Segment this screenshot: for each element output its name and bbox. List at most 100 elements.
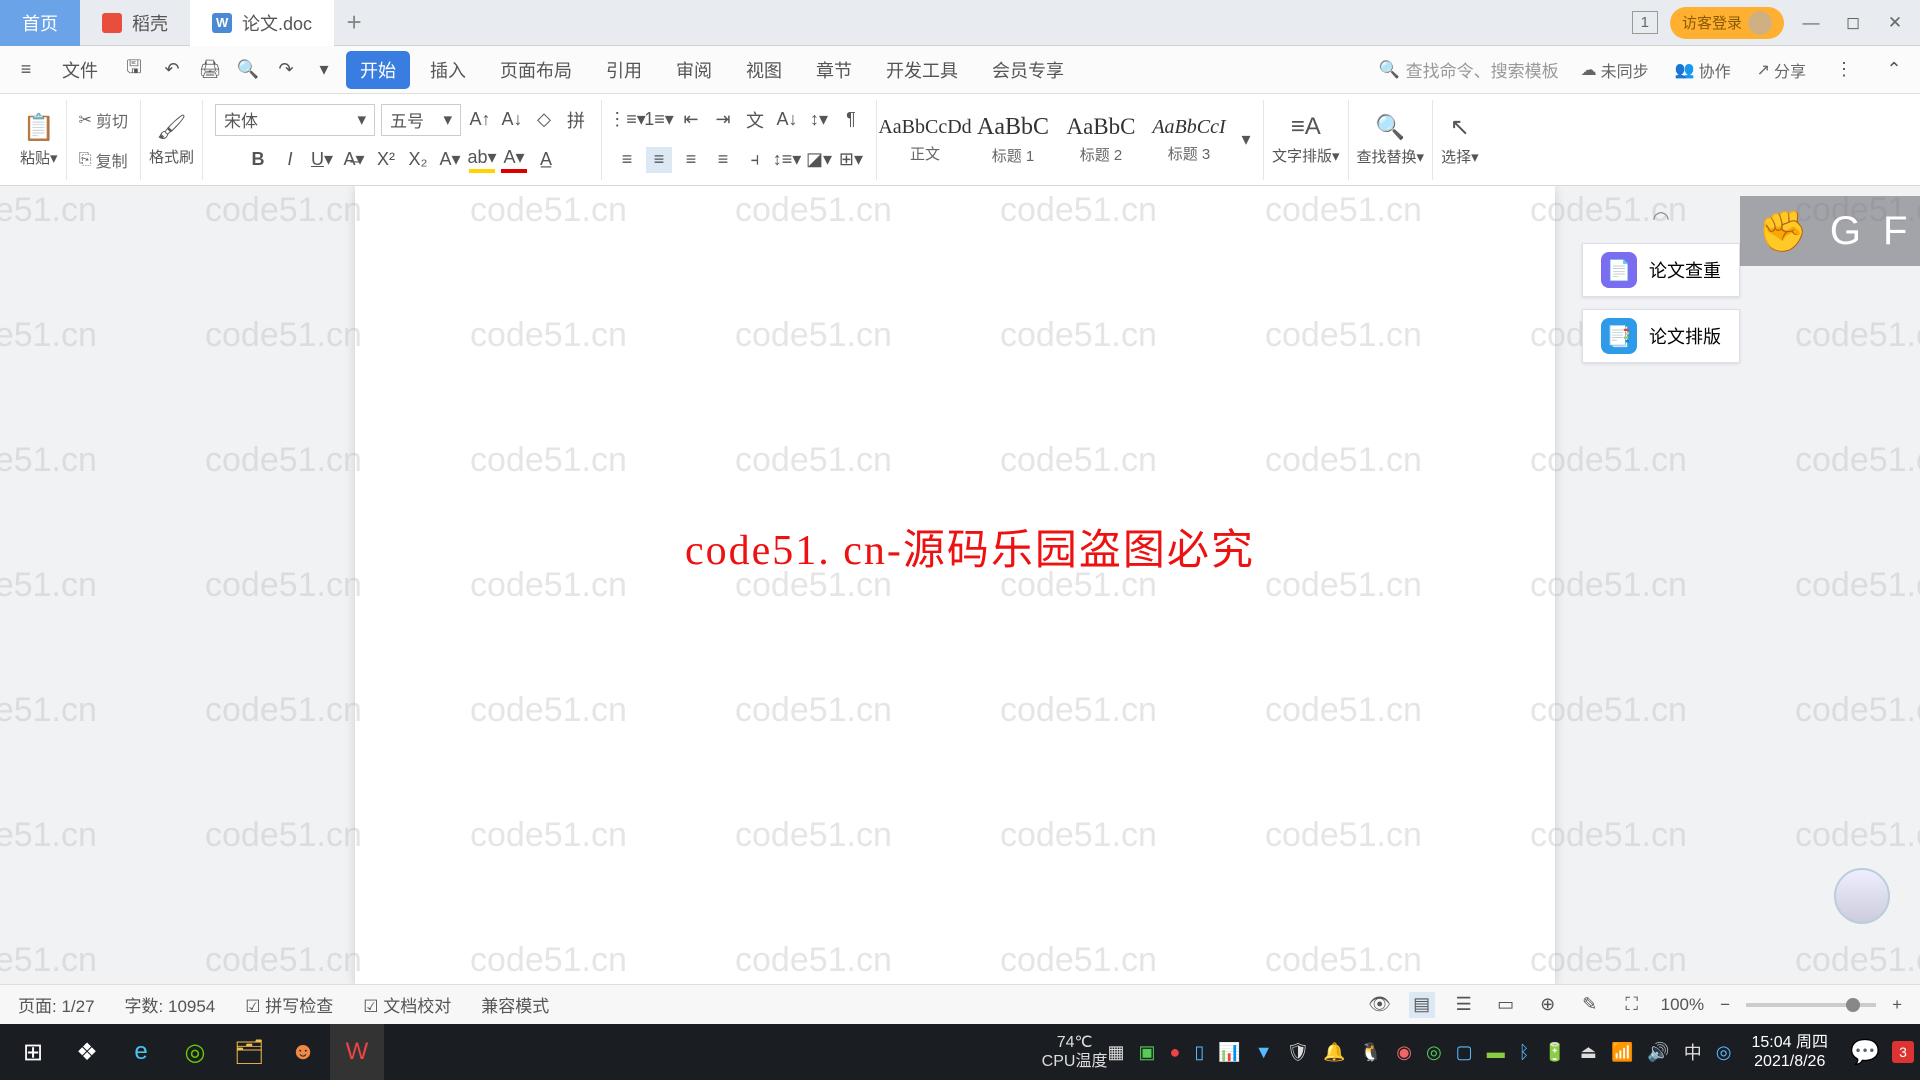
- menu-vip[interactable]: 会员专享: [978, 51, 1078, 89]
- menu-file[interactable]: 文件: [48, 51, 112, 89]
- style-heading1[interactable]: AaBbC标题 1: [969, 105, 1057, 175]
- tab-docer[interactable]: 稻壳: [80, 0, 190, 46]
- tray-icon-10[interactable]: ▢: [1456, 1042, 1473, 1063]
- assistant-bubble[interactable]: [1834, 868, 1890, 924]
- zoom-slider[interactable]: [1746, 1003, 1876, 1007]
- menu-reference[interactable]: 引用: [592, 51, 656, 89]
- start-button[interactable]: ⊞: [6, 1024, 60, 1080]
- tray-icon-9[interactable]: ◎: [1426, 1042, 1442, 1063]
- align-right-button[interactable]: ≡: [678, 147, 704, 173]
- menu-review[interactable]: 审阅: [662, 51, 726, 89]
- word-count[interactable]: 字数: 10954: [125, 992, 216, 1017]
- tray-icon-11[interactable]: ▬: [1487, 1042, 1505, 1063]
- action-center-icon[interactable]: 💬: [1838, 1024, 1892, 1080]
- superscript-button[interactable]: X²: [373, 147, 399, 173]
- bold-button[interactable]: B: [245, 147, 271, 173]
- document-page[interactable]: code51. cn-源码乐园盗图必究: [355, 186, 1555, 984]
- tray-icon-1[interactable]: ▦: [1107, 1042, 1124, 1063]
- login-button[interactable]: 访客登录: [1670, 7, 1784, 39]
- g-icon[interactable]: G: [1830, 209, 1861, 254]
- tray-wifi-icon[interactable]: 📶: [1611, 1042, 1633, 1063]
- clear-format-icon[interactable]: ◇: [531, 107, 557, 133]
- task-app-1[interactable]: ❖: [60, 1024, 114, 1080]
- tray-icon-8[interactable]: ◉: [1396, 1042, 1412, 1063]
- task-browser[interactable]: ◎: [168, 1024, 222, 1080]
- text-layout-button[interactable]: ≡A文字排版▾: [1272, 113, 1340, 166]
- fit-icon[interactable]: ⛶: [1619, 992, 1645, 1018]
- spellcheck-toggle[interactable]: ☑ 拼写检查: [245, 992, 333, 1017]
- tray-bell-icon[interactable]: 🔔: [1323, 1042, 1345, 1063]
- decrease-font-icon[interactable]: A↓: [499, 107, 525, 133]
- eye-icon[interactable]: 👁: [1367, 992, 1393, 1018]
- doccheck-toggle[interactable]: ☑ 文档校对: [363, 992, 451, 1017]
- paragraph-mark-icon[interactable]: ¶: [838, 107, 864, 133]
- floating-toolbar[interactable]: ✊ G F: [1740, 196, 1920, 266]
- print-icon[interactable]: 🖨: [194, 54, 226, 86]
- shading-button[interactable]: ◪▾: [806, 147, 832, 173]
- underline-button[interactable]: U▾: [309, 147, 335, 173]
- tray-icon-6[interactable]: ▼: [1255, 1042, 1273, 1063]
- grab-icon[interactable]: ✊: [1758, 208, 1808, 255]
- select-button[interactable]: ↖选择▾: [1441, 113, 1479, 167]
- bullet-list-button[interactable]: ⋮≡▾: [614, 107, 640, 133]
- font-name-select[interactable]: 宋体▾: [215, 104, 375, 136]
- notification-badge[interactable]: 3: [1892, 1041, 1914, 1063]
- more-icon[interactable]: ⋮: [1828, 54, 1860, 86]
- tray-icon-2[interactable]: ▣: [1138, 1042, 1155, 1063]
- menu-view[interactable]: 视图: [732, 51, 796, 89]
- style-heading2[interactable]: AaBbC标题 2: [1057, 105, 1145, 175]
- f-icon[interactable]: F: [1883, 209, 1907, 254]
- style-heading3[interactable]: AaBbCcI标题 3: [1145, 105, 1233, 175]
- window-count-badge[interactable]: 1: [1632, 11, 1658, 34]
- menu-pagelayout[interactable]: 页面布局: [486, 51, 586, 89]
- zoom-in-button[interactable]: +: [1892, 995, 1902, 1015]
- clock[interactable]: 15:04 周四2021/8/26: [1742, 1033, 1839, 1071]
- line-spacing-button[interactable]: ↕≡▾: [774, 147, 800, 173]
- paste-button[interactable]: 📋粘贴▾: [20, 112, 58, 168]
- text-effect-button[interactable]: A▾: [437, 147, 463, 173]
- outline-view-icon[interactable]: ☰: [1451, 992, 1477, 1018]
- align-justify-button[interactable]: ≡: [710, 147, 736, 173]
- menu-start[interactable]: 开始: [346, 51, 410, 89]
- share-button[interactable]: ↗分享: [1753, 56, 1810, 84]
- tab-add-button[interactable]: +: [334, 7, 374, 38]
- search-input[interactable]: 🔍查找命令、搜索模板: [1378, 57, 1558, 82]
- number-list-button[interactable]: 1≡▾: [646, 107, 672, 133]
- tray-icon-7[interactable]: 🐧: [1360, 1042, 1382, 1063]
- task-app-2[interactable]: ☻: [276, 1024, 330, 1080]
- styles-more-button[interactable]: ▾: [1233, 127, 1259, 153]
- read-view-icon[interactable]: ▭: [1493, 992, 1519, 1018]
- task-explorer[interactable]: 🗂: [222, 1024, 276, 1080]
- minimize-button[interactable]: —: [1796, 13, 1826, 33]
- char-border-button[interactable]: A̲: [533, 147, 559, 173]
- tray-ime-icon[interactable]: 中: [1684, 1039, 1702, 1065]
- zoom-out-button[interactable]: −: [1720, 995, 1730, 1015]
- highlight-button[interactable]: ab▾: [469, 147, 495, 173]
- tray-icon-5[interactable]: 📊: [1218, 1042, 1240, 1063]
- tray-volume-icon[interactable]: 🔊: [1647, 1042, 1669, 1063]
- redo-icon[interactable]: ↷: [270, 54, 302, 86]
- zoom-level[interactable]: 100%: [1661, 995, 1704, 1015]
- line-spacing-icon[interactable]: ↕▾: [806, 107, 832, 133]
- find-replace-button[interactable]: 🔍查找替换▾: [1357, 113, 1425, 167]
- tray-icon-4[interactable]: ▯: [1194, 1042, 1204, 1063]
- collab-button[interactable]: 👥协作: [1671, 56, 1735, 84]
- increase-font-icon[interactable]: A↑: [467, 107, 493, 133]
- menu-chapter[interactable]: 章节: [802, 51, 866, 89]
- maximize-button[interactable]: ◻: [1838, 13, 1868, 33]
- tray-bluetooth-icon[interactable]: ᛒ: [1519, 1042, 1530, 1063]
- asian-layout-button[interactable]: 文: [742, 107, 768, 133]
- cut-button[interactable]: ✂ 剪切: [75, 106, 132, 134]
- collapse-sidepanel-icon[interactable]: ◠: [1582, 206, 1740, 231]
- web-view-icon[interactable]: ⊕: [1535, 992, 1561, 1018]
- cpu-temp[interactable]: 74℃CPU温度: [1042, 1033, 1108, 1071]
- tray-icon-12[interactable]: ◎: [1716, 1042, 1732, 1063]
- increase-indent-button[interactable]: ⇥: [710, 107, 736, 133]
- save-icon[interactable]: 🖫: [118, 54, 150, 86]
- undo-icon[interactable]: ↶: [156, 54, 188, 86]
- phonetic-icon[interactable]: 拼: [563, 107, 589, 133]
- tray-battery-icon[interactable]: 🔋: [1544, 1042, 1566, 1063]
- task-wps[interactable]: W: [330, 1024, 384, 1080]
- decrease-indent-button[interactable]: ⇤: [678, 107, 704, 133]
- annotate-icon[interactable]: ✎: [1577, 992, 1603, 1018]
